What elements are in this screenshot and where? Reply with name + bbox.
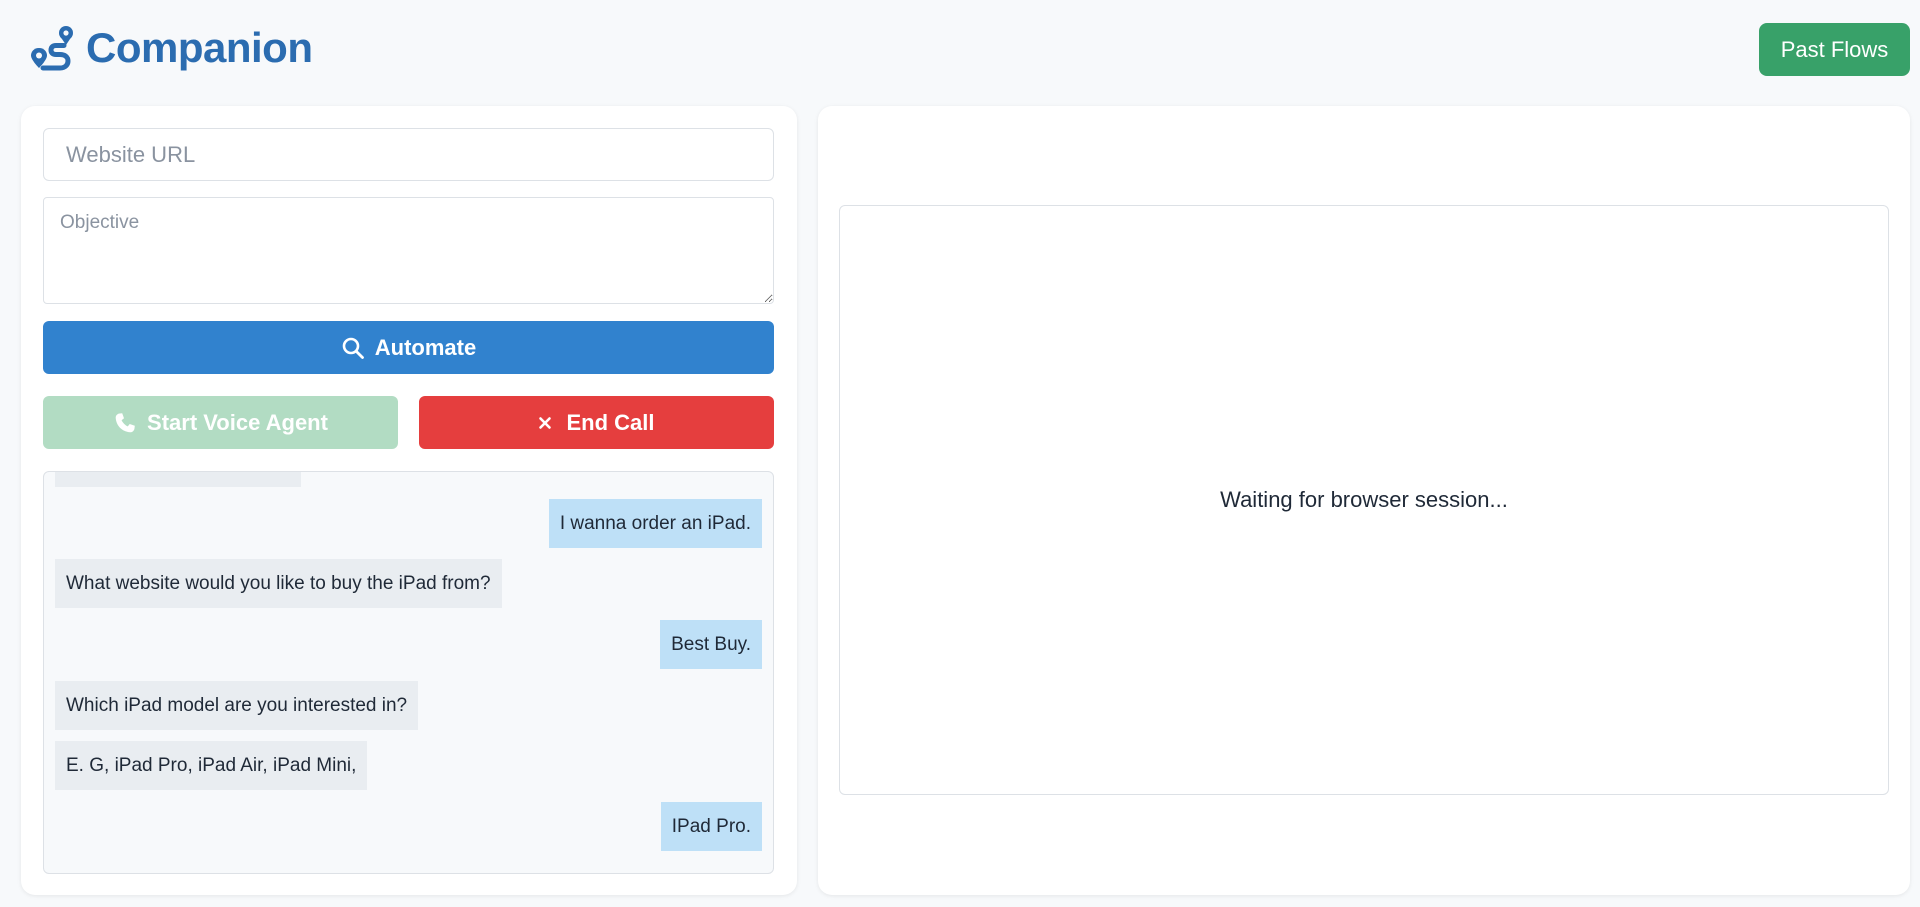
objective-textarea[interactable] <box>43 197 774 304</box>
user-message: I wanna order an iPad. <box>548 499 762 548</box>
start-voice-agent-label: Start Voice Agent <box>147 409 328 435</box>
user-message: Best Buy. <box>660 620 762 669</box>
end-call-button[interactable]: End Call <box>419 396 774 449</box>
agent-message: E. G, iPad Pro, iPad Air, iPad Mini, <box>55 741 368 790</box>
browser-viewport: Waiting for browser session... <box>839 205 1889 795</box>
brand: Companion <box>30 24 313 72</box>
agent-message: What website would you like to buy the i… <box>55 559 502 608</box>
phone-icon <box>115 412 135 432</box>
website-url-input[interactable] <box>43 128 774 181</box>
conversation-log[interactable]: How can I help you today? I wanna order … <box>43 471 774 874</box>
conversation-scroll: How can I help you today? I wanna order … <box>44 472 773 873</box>
route-pin-icon <box>31 26 73 71</box>
agent-message: How can I help you today? <box>55 472 301 487</box>
past-flows-button[interactable]: Past Flows <box>1759 23 1910 76</box>
end-call-label: End Call <box>566 409 655 435</box>
app-title: Companion <box>86 24 313 71</box>
user-message: IPad Pro. <box>660 802 762 851</box>
start-voice-agent-button[interactable]: Start Voice Agent <box>43 396 398 449</box>
browser-status-text: Waiting for browser session... <box>1220 487 1508 512</box>
automate-label: Automate <box>374 334 477 360</box>
app-header: Companion Past Flows <box>0 0 1920 100</box>
search-icon <box>342 337 364 359</box>
automate-button[interactable]: Automate <box>43 321 774 374</box>
close-icon <box>539 416 552 429</box>
agent-message: Which iPad model are you interested in? <box>55 681 419 730</box>
browser-panel: Waiting for browser session... <box>818 106 1910 895</box>
control-panel: Automate Start Voice Agent End Call How … <box>21 106 797 895</box>
